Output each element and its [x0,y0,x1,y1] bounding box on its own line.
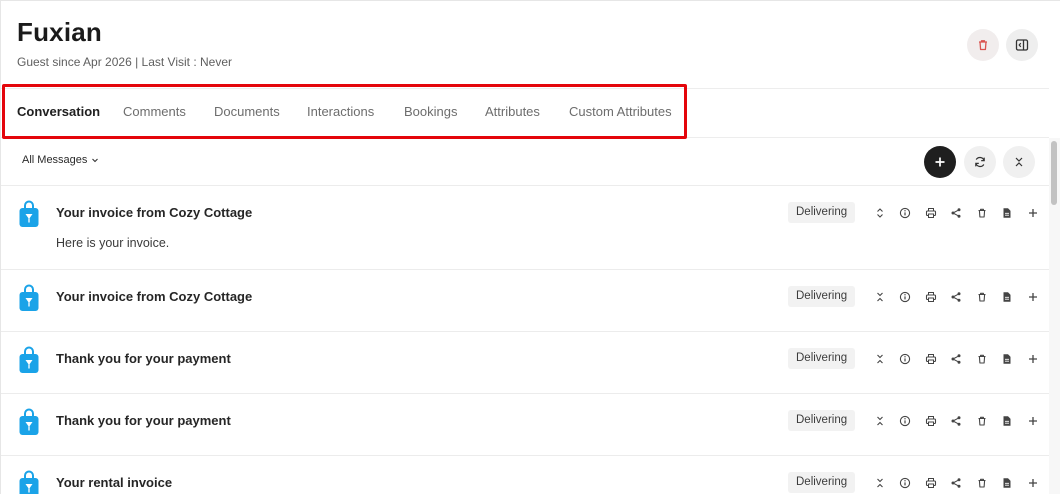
message-preview: Here is your invoice. [56,236,170,250]
message-subject[interactable]: Your invoice from Cozy Cottage [56,205,252,220]
print-icon[interactable] [918,351,944,367]
scrollbar-thumb[interactable] [1051,141,1057,205]
message-subject[interactable]: Your rental invoice [56,475,172,490]
tab-comments[interactable]: Comments [123,104,186,119]
tab-attributes[interactable]: Attributes [485,104,540,119]
refresh-icon [973,155,987,169]
collapse-all-icon [1013,156,1025,168]
tab-custom-attributes[interactable]: Custom Attributes [569,104,672,119]
plus-icon [934,156,946,168]
delete-guest-button[interactable] [967,29,999,61]
print-icon[interactable] [918,413,944,429]
tab-conversation[interactable]: Conversation [17,104,100,119]
delete-icon[interactable] [969,289,995,305]
delete-icon[interactable] [969,205,995,221]
shopping-bag-icon [18,470,40,494]
guest-header: Fuxian Guest since Apr 2026 | Last Visit… [1,1,1049,89]
print-icon[interactable] [918,205,944,221]
document-icon[interactable] [995,289,1021,305]
messages-toolbar: All Messages [1,138,1049,186]
guest-name: Fuxian [17,17,102,47]
info-icon[interactable] [893,205,919,221]
message-subject[interactable]: Thank you for your payment [56,351,231,366]
sidebar-panel-icon [1015,38,1029,52]
share-icon[interactable] [944,475,970,491]
plus-icon[interactable] [1020,351,1046,367]
document-icon[interactable] [995,205,1021,221]
status-badge: Delivering [788,410,856,431]
message-row[interactable]: Your invoice from Cozy Cottage Here is yo… [1,186,1049,270]
document-icon[interactable] [995,413,1021,429]
message-actions [867,289,1046,305]
tab-interactions[interactable]: Interactions [307,104,374,119]
expand-toggle-icon[interactable] [867,205,893,221]
expand-toggle-icon[interactable] [867,351,893,367]
shopping-bag-icon [18,284,40,312]
guest-meta: Guest since Apr 2026 | Last Visit : Neve… [17,55,233,69]
message-actions [867,351,1046,367]
status-badge: Delivering [788,202,856,223]
shopping-bag-icon [18,200,40,228]
document-icon[interactable] [995,351,1021,367]
share-icon[interactable] [944,413,970,429]
plus-icon[interactable] [1020,289,1046,305]
new-message-button[interactable] [924,146,956,178]
delete-icon [976,38,990,52]
message-subject[interactable]: Your invoice from Cozy Cottage [56,289,252,304]
info-icon[interactable] [893,413,919,429]
shopping-bag-icon [18,346,40,374]
delete-icon[interactable] [969,413,995,429]
message-row[interactable]: Thank you for your payment Delivering [1,332,1049,394]
guest-detail-panel: Fuxian Guest since Apr 2026 | Last Visit… [0,0,1060,494]
tab-bookings[interactable]: Bookings [404,104,457,119]
plus-icon[interactable] [1020,205,1046,221]
delete-icon[interactable] [969,351,995,367]
refresh-button[interactable] [964,146,996,178]
message-row[interactable]: Your rental invoice Delivering [1,456,1049,494]
info-icon[interactable] [893,475,919,491]
shopping-bag-icon [18,408,40,436]
chevron-down-icon [91,156,99,164]
status-badge: Delivering [788,348,856,369]
expand-toggle-icon[interactable] [867,289,893,305]
print-icon[interactable] [918,289,944,305]
share-icon[interactable] [944,205,970,221]
message-filter-label: All Messages [22,154,88,166]
message-row[interactable]: Your invoice from Cozy Cottage Delivering [1,270,1049,332]
info-icon[interactable] [893,289,919,305]
info-icon[interactable] [893,351,919,367]
status-badge: Delivering [788,286,856,307]
message-subject[interactable]: Thank you for your payment [56,413,231,428]
expand-toggle-icon[interactable] [867,413,893,429]
delete-icon[interactable] [969,475,995,491]
toggle-panel-button[interactable] [1006,29,1038,61]
status-badge: Delivering [788,472,856,493]
message-actions [867,205,1046,221]
share-icon[interactable] [944,351,970,367]
message-actions [867,413,1046,429]
tab-documents[interactable]: Documents [214,104,280,119]
message-row[interactable]: Thank you for your payment Delivering [1,394,1049,456]
expand-toggle-icon[interactable] [867,475,893,491]
share-icon[interactable] [944,289,970,305]
print-icon[interactable] [918,475,944,491]
tab-bar: Conversation Comments Documents Interact… [1,88,1049,138]
message-actions [867,475,1046,491]
plus-icon[interactable] [1020,413,1046,429]
document-icon[interactable] [995,475,1021,491]
plus-icon[interactable] [1020,475,1046,491]
collapse-all-button[interactable] [1003,146,1035,178]
message-filter-dropdown[interactable]: All Messages [22,154,99,166]
